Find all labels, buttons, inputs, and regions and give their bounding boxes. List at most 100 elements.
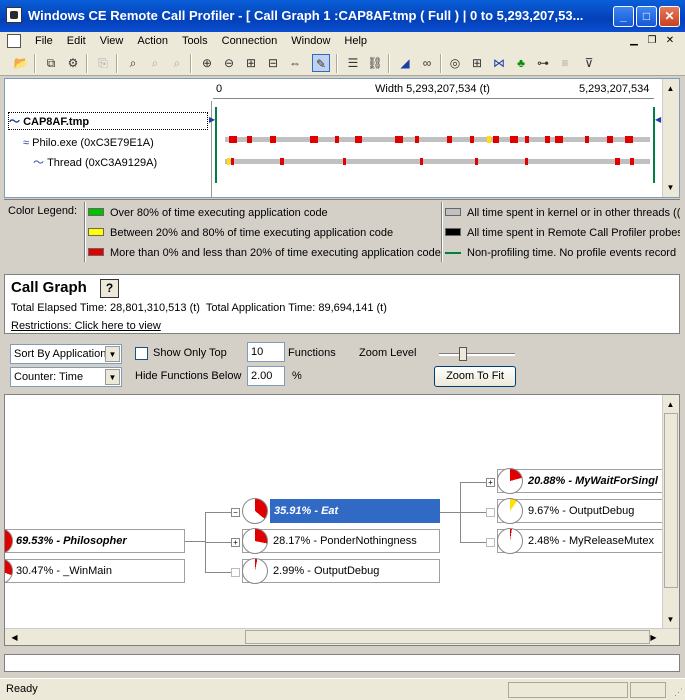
status-bar: Ready ⋰ (0, 678, 685, 700)
call-graph-canvas: 69.53% - Philosopher 30.47% - _WinMain −… (4, 394, 680, 646)
pointer-tool-icon[interactable]: ✎ (312, 54, 330, 72)
leaf-marker (486, 538, 495, 547)
window-title: Windows CE Remote Call Profiler - [ Call… (28, 8, 584, 23)
sort-select[interactable]: Sort By Application ▼ (10, 344, 122, 364)
scroll-thumb[interactable] (245, 630, 650, 644)
scroll-right-arrow[interactable]: ▶ (646, 630, 661, 645)
scroll-left-arrow[interactable]: ◀ (7, 630, 22, 645)
mdi-minimize-button[interactable]: ▁ (627, 35, 641, 48)
status-pane (630, 682, 666, 698)
node-philosopher[interactable]: 69.53% - Philosopher (5, 529, 185, 553)
collapse-icon[interactable]: − (231, 508, 240, 517)
mdi-restore-button[interactable]: ❐ (645, 35, 659, 48)
menu-bar: File Edit View Action Tools Connection W… (0, 32, 685, 51)
expand-icon[interactable]: + (486, 478, 495, 487)
legend-item: Between 20% and 80% of time executing ap… (88, 224, 393, 242)
help-button[interactable]: ? (100, 279, 119, 298)
timeline-start: 0 (216, 83, 223, 95)
graph-horizontal-scrollbar[interactable]: ◀ ▶ (5, 628, 679, 645)
counter-select[interactable]: Counter: Time ▼ (10, 367, 122, 387)
zoom-to-fit-button[interactable]: Zoom To Fit (434, 366, 516, 387)
target-icon[interactable]: ◎ (446, 54, 464, 72)
menu-edit[interactable]: Edit (60, 34, 93, 49)
hide-threshold-input[interactable]: 2.00 (247, 366, 285, 386)
wave-icon: 〜 (9, 116, 20, 128)
chain-icon[interactable]: ∞ (418, 54, 436, 72)
tree-process[interactable]: ≈ Philo.exe (0xC3E79E1A) (23, 134, 154, 152)
grid-icon[interactable]: ⊞ (468, 54, 486, 72)
show-only-top-checkbox[interactable] (135, 347, 148, 360)
document-icon[interactable] (7, 34, 21, 48)
node-ponder[interactable]: 28.17% - PonderNothingness (242, 529, 440, 553)
chevron-down-icon[interactable]: ▼ (105, 369, 120, 385)
expand-icon[interactable]: + (231, 538, 240, 547)
zoom-range-icon[interactable]: ⊞ (242, 54, 260, 72)
menu-help[interactable]: Help (337, 34, 374, 49)
scroll-up-arrow[interactable]: ▲ (663, 81, 678, 96)
close-button[interactable]: ✕ (659, 6, 680, 27)
connect-icon[interactable]: ⧉ (42, 54, 60, 72)
scroll-thumb[interactable] (664, 413, 678, 588)
link-icon[interactable]: ⛓ (366, 54, 384, 72)
status-pane (508, 682, 628, 698)
copy-icon[interactable]: ⎘ (94, 54, 112, 72)
tree-file[interactable]: 〜 CAP8AF.tmp (8, 112, 208, 130)
hierarchy-icon[interactable]: ⊶ (534, 54, 552, 72)
scroll-up-arrow[interactable]: ▲ (663, 397, 678, 412)
timeline-scrollbar[interactable]: ▲ ▼ (662, 79, 679, 197)
find-prev-icon[interactable]: ⌕ (168, 54, 186, 72)
chart-icon[interactable]: ◢ (396, 54, 414, 72)
pie-icon (242, 498, 268, 524)
status-text: Ready (6, 683, 38, 695)
collapse-icon[interactable]: ≡ (556, 54, 574, 72)
settings-icon[interactable]: ⚙ (64, 54, 82, 72)
zoom-slider[interactable] (439, 353, 515, 356)
hide-below-label: Hide Functions Below (135, 370, 242, 382)
chevron-down-icon[interactable]: ▼ (105, 346, 120, 362)
tree-icon[interactable]: ♣ (512, 54, 530, 72)
pie-icon (497, 498, 523, 524)
node-eat[interactable]: 35.91% - Eat (270, 499, 440, 523)
thread-tree: 〜 CAP8AF.tmp ≈ Philo.exe (0xC3E79E1A) 〜 … (5, 101, 212, 197)
zoom-fit-icon[interactable]: ⇔ (286, 54, 304, 72)
mdi-close-button[interactable]: ✕ (663, 35, 677, 48)
zoom-select-icon[interactable]: ⊟ (264, 54, 282, 72)
zoom-out-icon[interactable]: ⊖ (220, 54, 238, 72)
filter-icon[interactable]: ⊽ (580, 54, 598, 72)
node-outputdebug[interactable]: 2.99% - OutputDebug (242, 559, 440, 583)
maximize-button[interactable]: □ (636, 6, 657, 27)
menu-file[interactable]: File (28, 34, 60, 49)
leaf-marker (486, 508, 495, 517)
open-folder-icon[interactable]: 📂 (12, 54, 30, 72)
menu-action[interactable]: Action (130, 34, 175, 49)
menu-window[interactable]: Window (284, 34, 337, 49)
find-next-icon[interactable]: ⌕ (146, 54, 164, 72)
thread-icon: 〜 (33, 157, 44, 169)
legend-swatch-line (445, 252, 461, 254)
list-view-icon[interactable]: ☰ (344, 54, 362, 72)
legend-swatch-yellow (88, 228, 104, 236)
graph-vertical-scrollbar[interactable]: ▲ ▼ (662, 395, 679, 629)
node-winmain[interactable]: 30.47% - _WinMain (5, 559, 185, 583)
tree-thread[interactable]: 〜 Thread (0xC3A9129A) (33, 154, 157, 172)
top-n-input[interactable]: 10 (247, 342, 285, 362)
butterfly-icon[interactable]: ⋈ (490, 54, 508, 72)
legend-item: Over 80% of time executing application c… (88, 204, 328, 222)
elapsed-stats: Total Elapsed Time: 28,801,310,513 (t) T… (11, 302, 387, 314)
zoom-in-icon[interactable]: ⊕ (198, 54, 216, 72)
timeline-end: 5,293,207,534 (579, 83, 650, 95)
app-icon[interactable] (6, 7, 22, 23)
pie-icon (242, 528, 268, 554)
scroll-down-arrow[interactable]: ▼ (663, 180, 678, 195)
legend-swatch-gray (445, 208, 461, 216)
menu-connection[interactable]: Connection (215, 34, 285, 49)
scroll-down-arrow[interactable]: ▼ (663, 612, 678, 627)
find-icon[interactable]: ⌕ (124, 54, 142, 72)
process-icon: ≈ (23, 137, 30, 149)
minimize-button[interactable]: _ (613, 6, 634, 27)
resize-grip-icon[interactable]: ⋰ (674, 687, 683, 698)
menu-view[interactable]: View (93, 34, 131, 49)
zoom-slider-thumb[interactable] (459, 347, 468, 361)
restrictions-link[interactable]: Restrictions: Click here to view (11, 320, 161, 332)
menu-tools[interactable]: Tools (175, 34, 215, 49)
